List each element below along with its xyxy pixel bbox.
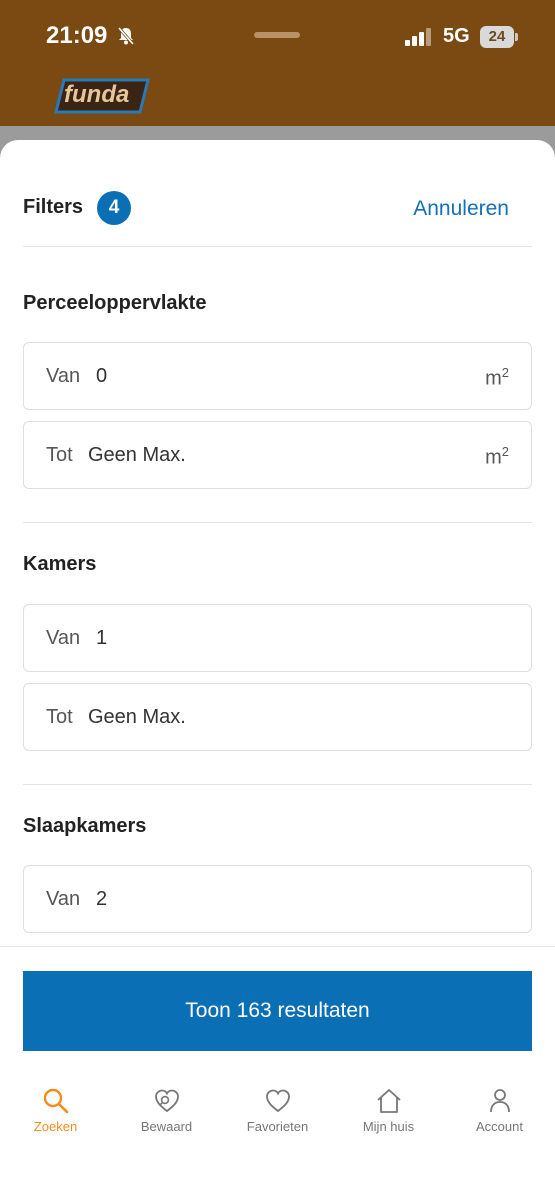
plot-area-max-field[interactable]: Tot Geen Max. m2 (23, 421, 532, 489)
field-value: Geen Max. (88, 706, 186, 728)
plot-area-min-field[interactable]: Van 0 m2 (23, 342, 532, 410)
rooms-max-field[interactable]: Tot Geen Max. (23, 683, 532, 751)
tab-favorieten[interactable]: Favorieten (222, 1087, 333, 1147)
person-icon (489, 1089, 510, 1113)
battery-level: 24 (488, 28, 506, 45)
saved-search-icon (154, 1089, 179, 1113)
status-bar: 21:09 5G 24 (0, 0, 555, 72)
divider (23, 246, 532, 247)
filters-title: Filters (23, 196, 84, 218)
bell-muted-icon (117, 27, 135, 45)
show-results-button[interactable]: Toon 163 resultaten (23, 971, 532, 1051)
field-prefix: Van (46, 888, 81, 910)
heart-icon (265, 1089, 290, 1113)
divider (23, 784, 532, 785)
section-title-perceeloppervlakte: Perceeloppervlakte (23, 292, 207, 314)
bedrooms-min-field[interactable]: Van 2 (23, 865, 532, 933)
sheet-header: Filters 4 Annuleren (0, 140, 555, 246)
field-unit-exponent: 2 (501, 444, 509, 459)
bottom-tab-bar: Zoeken Bewaard Favorieten Mijn huis Acco… (0, 1075, 555, 1200)
section-title-slaapkamers: Slaapkamers (23, 815, 147, 837)
network-type: 5G (443, 25, 470, 47)
field-value: Geen Max. (88, 444, 186, 466)
battery-icon: 24 (480, 26, 514, 48)
tab-label: Account (476, 1119, 523, 1134)
search-icon (43, 1088, 68, 1114)
tab-account[interactable]: Account (444, 1087, 555, 1147)
section-title-kamers: Kamers (23, 553, 97, 575)
dynamic-island-handle (254, 32, 300, 38)
field-value: 2 (96, 888, 108, 910)
tab-label: Bewaard (140, 1119, 193, 1134)
field-prefix: Tot (46, 706, 73, 728)
field-value: 1 (96, 627, 108, 649)
tab-bewaard[interactable]: Bewaard (111, 1087, 222, 1147)
tab-mijn-huis[interactable]: Mijn huis (333, 1087, 444, 1147)
field-unit: m2 (485, 365, 509, 391)
battery-tip (515, 33, 518, 41)
status-time: 21:09 (46, 22, 108, 49)
tab-label: Mijn huis (362, 1119, 415, 1134)
cancel-button[interactable]: Annuleren (413, 197, 509, 221)
field-prefix: Van (46, 365, 81, 387)
field-prefix: Tot (46, 444, 73, 466)
field-unit-base: m (485, 367, 502, 390)
field-value: 0 (96, 365, 108, 387)
tab-label: Favorieten (246, 1119, 309, 1134)
tab-zoeken[interactable]: Zoeken (0, 1087, 111, 1147)
field-unit: m2 (485, 444, 509, 470)
cellular-signal-icon (405, 28, 431, 46)
home-icon (376, 1089, 401, 1113)
filters-sheet: Filters 4 Annuleren Perceeloppervlakte V… (0, 140, 555, 1200)
sheet-footer: Toon 163 resultaten (0, 946, 555, 1072)
app-bar: funda (0, 72, 555, 126)
field-prefix: Van (46, 627, 81, 649)
tab-label: Zoeken (33, 1119, 78, 1134)
field-unit-base: m (485, 446, 502, 469)
field-unit-exponent: 2 (501, 365, 509, 380)
rooms-min-field[interactable]: Van 1 (23, 604, 532, 672)
logo-text: funda (64, 81, 130, 108)
filters-count-badge: 4 (97, 191, 131, 225)
divider (23, 522, 532, 523)
